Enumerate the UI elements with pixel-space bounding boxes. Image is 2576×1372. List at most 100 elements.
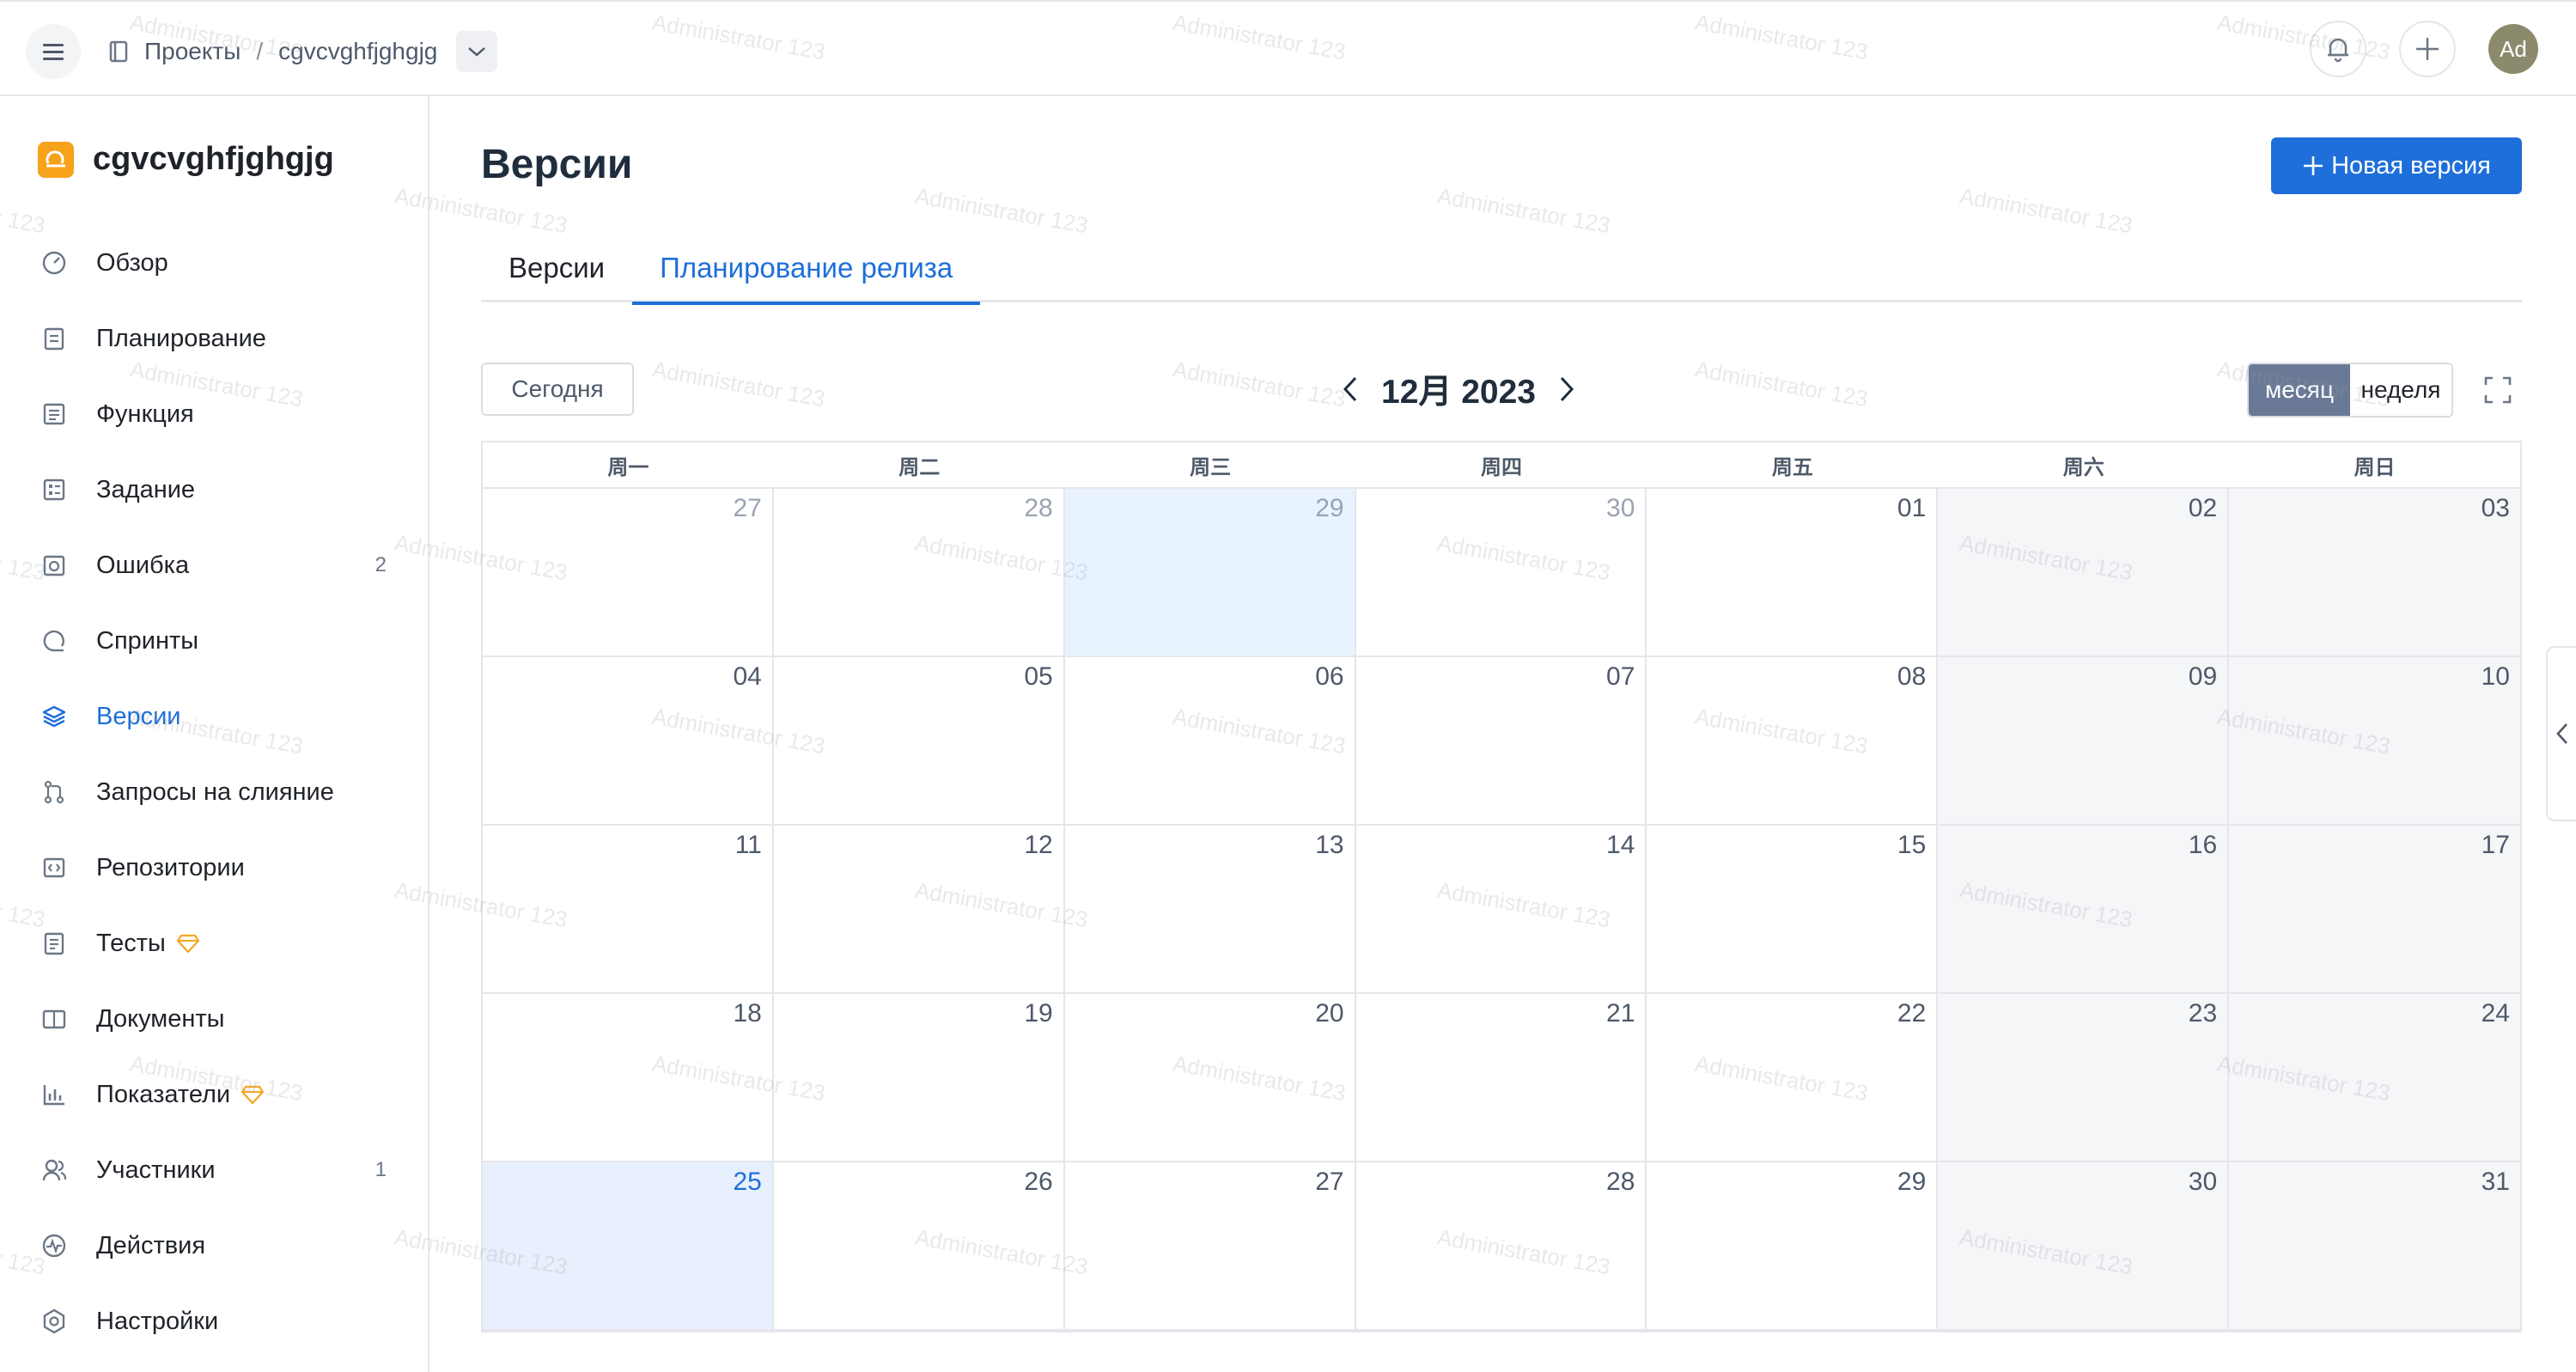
project-switcher-button[interactable] [456,31,498,72]
sidebar-item-label: Версии [96,702,181,730]
premium-gem-icon [241,1084,265,1105]
calendar-day-cell[interactable]: 29 [1647,1162,1939,1331]
sidebar-item-documents[interactable]: Документы [0,981,429,1057]
calendar-day-cell[interactable]: 09 [1938,657,2230,826]
sidebar-item-label: Участники [96,1156,216,1184]
calendar-day-cell[interactable]: 15 [1647,826,1939,994]
calendar-day-cell[interactable]: 02 [1938,489,2230,657]
chevron-left-icon [2555,723,2567,744]
calendar-day-number: 31 [2481,1168,2510,1196]
calendar-day-cell[interactable]: 04 [483,657,774,826]
current-month-label: 12月 2023 [1381,374,1536,411]
calendar-day-cell[interactable]: 05 [773,657,1065,826]
calendar-day-number: 03 [2481,494,2510,522]
side-panel-toggle[interactable] [2546,646,2576,821]
calendar-day-cell[interactable]: 19 [773,994,1065,1162]
calendar-day-cell[interactable]: 16 [1938,826,2230,994]
sidebar-item-metrics[interactable]: Показатели [0,1057,429,1132]
book-open-icon [40,1004,69,1034]
calendar-day-cell[interactable]: 29 [1064,489,1356,657]
calendar-day-cell[interactable]: 27 [1064,1162,1356,1331]
calendar-day-cell[interactable]: 25 [483,1162,774,1331]
sidebar-item-settings[interactable]: Настройки [0,1284,429,1359]
sidebar-nav: Обзор Планирование Функция Задание Ошибк… [0,225,429,1359]
sidebar-item-sprints[interactable]: Спринты [0,603,429,679]
bell-icon [2328,38,2348,63]
calendar-day-cell[interactable]: 23 [1938,994,2230,1162]
sidebar-item-task[interactable]: Задание [0,452,429,527]
calendar-day-cell[interactable]: 30 [1355,489,1647,657]
sidebar-item-label: Репозитории [96,853,245,881]
calendar-day-cell[interactable]: 31 [2229,1162,2520,1331]
calendar-day-number: 29 [1315,494,1344,522]
view-week-button[interactable]: неделя [2350,364,2451,416]
calendar-day-cell[interactable]: 07 [1355,657,1647,826]
calendar-day-cell[interactable]: 27 [483,489,774,657]
calendar-day-cell[interactable]: 20 [1064,994,1356,1162]
weekday-label: 周日 [2354,455,2396,479]
chevron-left-icon[interactable] [1340,375,1361,404]
sidebar-item-bug[interactable]: Ошибка 2 [0,527,429,603]
calendar-day-cell[interactable]: 28 [773,489,1065,657]
calendar-day-cell[interactable]: 03 [2229,489,2520,657]
calendar-day-cell[interactable]: 24 [2229,994,2520,1162]
sidebar-item-label: Запросы на слияние [96,777,334,806]
plus-icon [2416,38,2439,60]
avatar[interactable]: Ad [2488,24,2538,74]
tab-versions[interactable]: Версии [481,234,632,302]
chevron-right-icon[interactable] [1556,375,1577,404]
sidebar-item-versions[interactable]: Версии [0,679,429,754]
calendar-day-number: 06 [1315,662,1344,691]
sidebar-item-repositories[interactable]: Репозитории [0,830,429,906]
weekday-label: 周四 [1480,455,1522,479]
watermark-text: Administrator 123 [1435,182,1612,239]
calendar-day-cell[interactable]: 18 [483,994,774,1162]
calendar-day-number: 11 [734,831,762,859]
members-count-badge: 1 [375,1158,387,1181]
sidebar-item-planning[interactable]: Планирование [0,301,429,376]
notifications-button[interactable] [2310,21,2366,77]
calendar-day-number: 23 [2188,999,2218,1027]
view-month-button[interactable]: месяц [2249,364,2350,416]
calendar-day-cell[interactable]: 10 [2229,657,2520,826]
calendar-day-cell[interactable]: 26 [773,1162,1065,1331]
tab-release-planning[interactable]: Планирование релиза [632,234,981,305]
calendar-day-cell[interactable]: 30 [1938,1162,2230,1331]
create-button[interactable] [2399,21,2456,77]
sidebar-item-overview[interactable]: Обзор [0,225,429,301]
today-button[interactable]: Сегодня [481,363,634,416]
calendar-day-cell[interactable]: 28 [1355,1162,1647,1331]
calendar-day-cell[interactable]: 22 [1647,994,1939,1162]
sidebar-item-label: Планирование [96,324,266,352]
calendar-day-number: 20 [1315,999,1344,1027]
calendar-day-cell[interactable]: 14 [1355,826,1647,994]
calendar-day-cell[interactable]: 08 [1647,657,1939,826]
breadcrumb-projects-link[interactable]: Проекты [144,38,241,65]
menu-button[interactable] [26,24,81,79]
sidebar-item-tests[interactable]: Тесты [0,906,429,981]
view-switch: месяц неделя [2247,363,2453,418]
clipboard-icon [40,324,69,353]
fullscreen-icon[interactable] [2482,375,2513,406]
calendar-day-cell[interactable]: 21 [1355,994,1647,1162]
calendar-day-cell[interactable]: 12 [773,826,1065,994]
calendar-day-cell[interactable]: 01 [1647,489,1939,657]
calendar-toolbar: Сегодня 12月 2023 месяц неделя [481,363,2522,418]
sidebar-item-activity[interactable]: Действия [0,1208,429,1284]
sidebar-item-members[interactable]: Участники 1 [0,1132,429,1208]
calendar-day-number: 13 [1315,831,1344,859]
breadcrumb-project-name[interactable]: cgvcvghfjghgjg [278,38,437,65]
new-version-button[interactable]: Новая версия [2271,137,2522,194]
sidebar-item-feature[interactable]: Функция [0,376,429,452]
calendar-day-cell[interactable]: 06 [1064,657,1356,826]
calendar-day-cell[interactable]: 13 [1064,826,1356,994]
calendar-day-number: 17 [2481,831,2510,859]
project-header[interactable]: cgvcvghfjghgjg [38,141,334,178]
weekday-label: 周三 [1190,455,1232,479]
calendar-day-number: 10 [2481,662,2510,691]
calendar-day-number: 27 [733,494,762,522]
gear-icon [40,1307,69,1336]
calendar-day-cell[interactable]: 11 [483,826,774,994]
sidebar-item-merge-requests[interactable]: Запросы на слияние [0,754,429,830]
calendar-day-cell[interactable]: 17 [2229,826,2520,994]
